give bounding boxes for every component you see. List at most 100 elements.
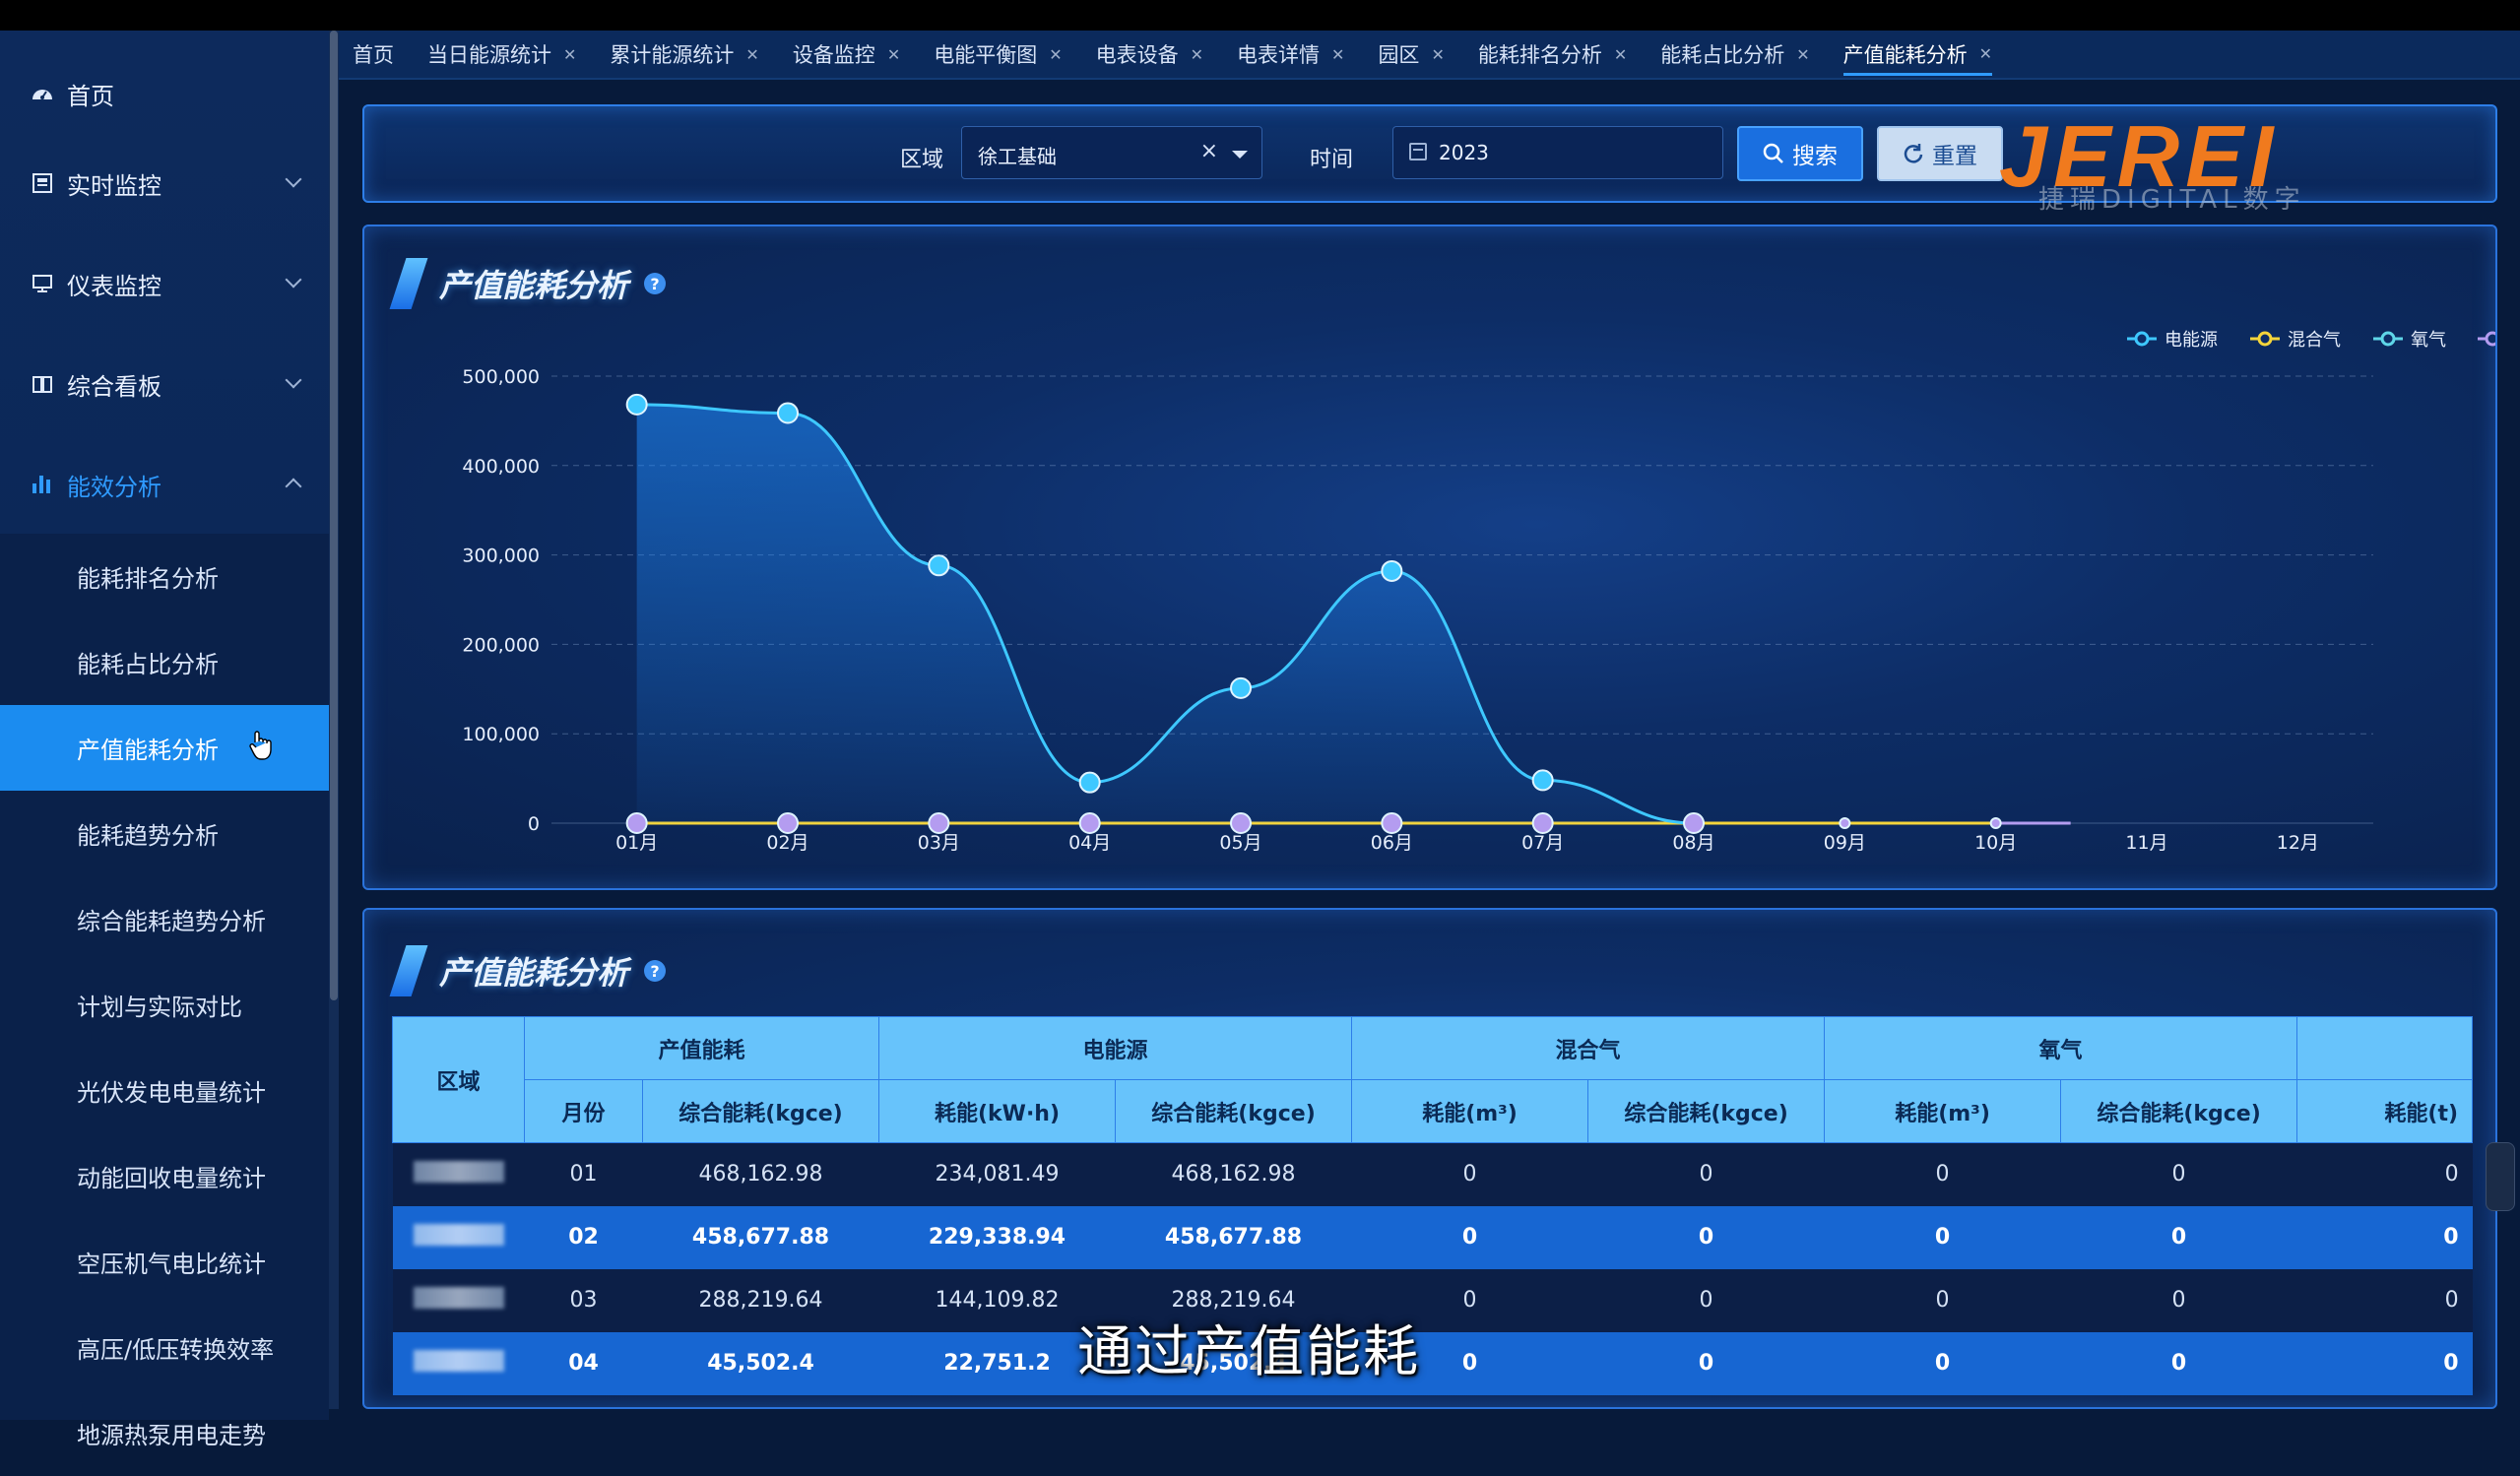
search-button[interactable]: 搜索	[1737, 126, 1863, 181]
tab-home[interactable]: 首页	[353, 39, 394, 69]
close-icon[interactable]: ✕	[745, 45, 758, 64]
legend-marker	[2257, 331, 2273, 347]
sidebar-subitem-label: 动能回收电量统计	[77, 1165, 266, 1192]
close-icon[interactable]: ✕	[1614, 45, 1627, 64]
table-cell: 288,219.64	[642, 1268, 879, 1332]
table-sub-header-row: 月份 综合能耗(kgce) 耗能(kW·h) 综合能耗(kgce) 耗能(m³)…	[393, 1079, 2474, 1143]
x-tick-label: 05月	[1219, 832, 1261, 854]
sidebar-subitem[interactable]: 能耗趋势分析	[0, 791, 329, 876]
data-table-wrapper: 区域 产值能耗 电能源 混合气 氧气 月份 综合能耗(kgce) 耗能(kW·h…	[392, 1016, 2474, 1395]
data-point	[1531, 812, 1554, 834]
close-icon[interactable]: ✕	[1979, 44, 1992, 63]
chevron-down-icon	[285, 170, 302, 188]
sidebar-subitem-label: 高压/低压转换效率	[77, 1336, 275, 1364]
tab-device-monitor[interactable]: 设备监控 ✕	[793, 39, 900, 69]
tab-meter-details[interactable]: 电表详情 ✕	[1237, 39, 1344, 69]
sidebar-subitem[interactable]: 动能回收电量统计	[0, 1133, 329, 1219]
tab-label: 设备监控	[792, 43, 875, 67]
tab-output-energy[interactable]: 产值能耗分析 ✕	[1842, 39, 1993, 76]
tab-energy-share[interactable]: 能耗占比分析 ✕	[1660, 39, 1809, 69]
sidebar-subitem[interactable]: 光伏发电电量统计	[0, 1048, 329, 1133]
sidebar-subitem[interactable]: 地源热泵用电走势	[0, 1390, 329, 1476]
close-icon[interactable]: ✕	[1796, 45, 1809, 64]
side-panel-handle[interactable]	[2486, 1142, 2515, 1211]
tab-cumulative-energy[interactable]: 累计能源统计 ✕	[610, 39, 758, 69]
region-select[interactable]: 徐工基础 ×	[961, 126, 1262, 179]
table-cell: 0	[1351, 1205, 1588, 1269]
help-icon[interactable]: ?	[644, 960, 667, 982]
x-tick-label: 07月	[1521, 832, 1564, 854]
search-button-label: 搜索	[1792, 144, 1838, 169]
tab-bar: 首页 当日能源统计 ✕ 累计能源统计 ✕ 设备监控 ✕ 电能平衡图 ✕ 电表设备 ✕ 电表…	[339, 31, 2520, 80]
sidebar-subitem[interactable]: 空压机气电比统计	[0, 1219, 329, 1305]
data-point	[928, 554, 950, 577]
table-cell: 0	[2060, 1331, 2297, 1395]
sidebar-item-meter-monitor[interactable]: 仪表监控	[0, 234, 329, 333]
sidebar-subitem[interactable]: 能耗占比分析	[0, 619, 329, 705]
sidebar-subitem-label: 产值能耗分析	[77, 737, 219, 764]
region-cell-blurred	[392, 1142, 525, 1206]
x-tick-label: 08月	[1672, 832, 1714, 854]
col-header: 耗能(m³)	[1824, 1079, 2062, 1143]
data-point	[777, 402, 799, 424]
sidebar-item-home[interactable]: 首页	[0, 44, 329, 143]
line-chart: 0 100,000 200,000 300,000 400,000 500,000 01月 0…	[462, 330, 2495, 854]
sidebar-scrollbar[interactable]	[329, 31, 339, 1409]
table-group-header-row: 区域 产值能耗 电能源 混合气 氧气	[392, 1016, 2474, 1143]
tab-label: 能耗排名分析	[1477, 43, 1602, 67]
tab-meter-devices[interactable]: 电表设备 ✕	[1096, 39, 1203, 69]
table-row[interactable]: 01 468,162.98 234,081.49 468,162.98 0 0 …	[392, 1142, 2473, 1206]
table-cell: 0	[1824, 1142, 2061, 1206]
sidebar-subitem[interactable]: 能耗排名分析	[0, 534, 329, 619]
sidebar-subitem-active[interactable]: 产值能耗分析	[0, 705, 329, 791]
reset-button[interactable]: 重置	[1877, 126, 2003, 181]
sidebar-item-dashboard-board[interactable]: 综合看板	[0, 335, 329, 433]
year-picker[interactable]: 2023	[1392, 126, 1723, 179]
sidebar-item-realtime-monitor[interactable]: 实时监控	[0, 134, 329, 232]
close-icon[interactable]: ✕	[1049, 45, 1062, 64]
close-icon[interactable]: ✕	[563, 45, 576, 64]
series-area	[636, 404, 1694, 823]
table-row[interactable]: 02 458,677.88 229,338.94 458,677.88 0 0 …	[392, 1205, 2473, 1269]
table-cell: 468,162.98	[1115, 1142, 1352, 1206]
close-icon[interactable]: ✕	[1191, 45, 1203, 64]
caret-down-icon[interactable]	[1232, 151, 1248, 159]
clear-icon[interactable]: ×	[1200, 139, 1218, 163]
top-black-bar	[0, 0, 2520, 31]
data-point	[1683, 812, 1705, 834]
table-row[interactable]: 03 288,219.64 144,109.82 288,219.64 0 0 …	[392, 1268, 2473, 1332]
year-picker-value: 2023	[1439, 141, 1489, 164]
table-cell: 0	[1587, 1205, 1825, 1269]
sidebar-subitem[interactable]: 高压/低压转换效率	[0, 1305, 329, 1390]
region-cell-blurred	[392, 1331, 525, 1395]
blurred-region-text	[413, 1160, 504, 1183]
col-header: 耗能(m³)	[1351, 1079, 1589, 1143]
y-tick-label: 400,000	[462, 456, 540, 478]
sidebar-subitem[interactable]: 综合能耗趋势分析	[0, 876, 329, 962]
table-cell: 0	[2060, 1268, 2297, 1332]
table-cell: 0	[2060, 1142, 2297, 1206]
region-select-value: 徐工基础	[978, 145, 1057, 168]
blurred-region-text	[413, 1223, 504, 1246]
tab-power-balance[interactable]: 电能平衡图 ✕	[934, 39, 1062, 69]
close-icon[interactable]: ✕	[1431, 45, 1444, 64]
table-row[interactable]: 04 45,502.4 22,751.2 45,502.4 0 0 0 0 0	[392, 1331, 2473, 1395]
tab-energy-ranking[interactable]: 能耗排名分析 ✕	[1478, 39, 1627, 69]
jerei-logo: JEREI 捷瑞DIGITAL数字	[1999, 107, 2491, 215]
sidebar-subitem[interactable]: 计划与实际对比	[0, 962, 329, 1048]
tab-park[interactable]: 园区 ✕	[1378, 39, 1444, 69]
refresh-icon	[1904, 144, 1923, 163]
col-header: 综合能耗(kgce)	[2060, 1079, 2298, 1143]
close-icon[interactable]: ✕	[887, 45, 900, 64]
sidebar-subitem-label: 光伏发电电量统计	[77, 1079, 266, 1107]
sidebar-item-efficiency-analysis[interactable]: 能效分析	[0, 435, 329, 534]
tab-daily-energy[interactable]: 当日能源统计 ✕	[427, 39, 576, 69]
legend-marker	[2380, 331, 2396, 347]
col-header: 综合能耗(kgce)	[641, 1079, 880, 1143]
sidebar-scrollbar-thumb[interactable]	[330, 31, 338, 1000]
data-point	[1078, 812, 1101, 834]
close-icon[interactable]: ✕	[1331, 45, 1344, 64]
bar-chart-icon	[30, 472, 55, 497]
legend-label: 混合气	[2288, 330, 2341, 351]
help-icon[interactable]: ?	[644, 273, 667, 294]
